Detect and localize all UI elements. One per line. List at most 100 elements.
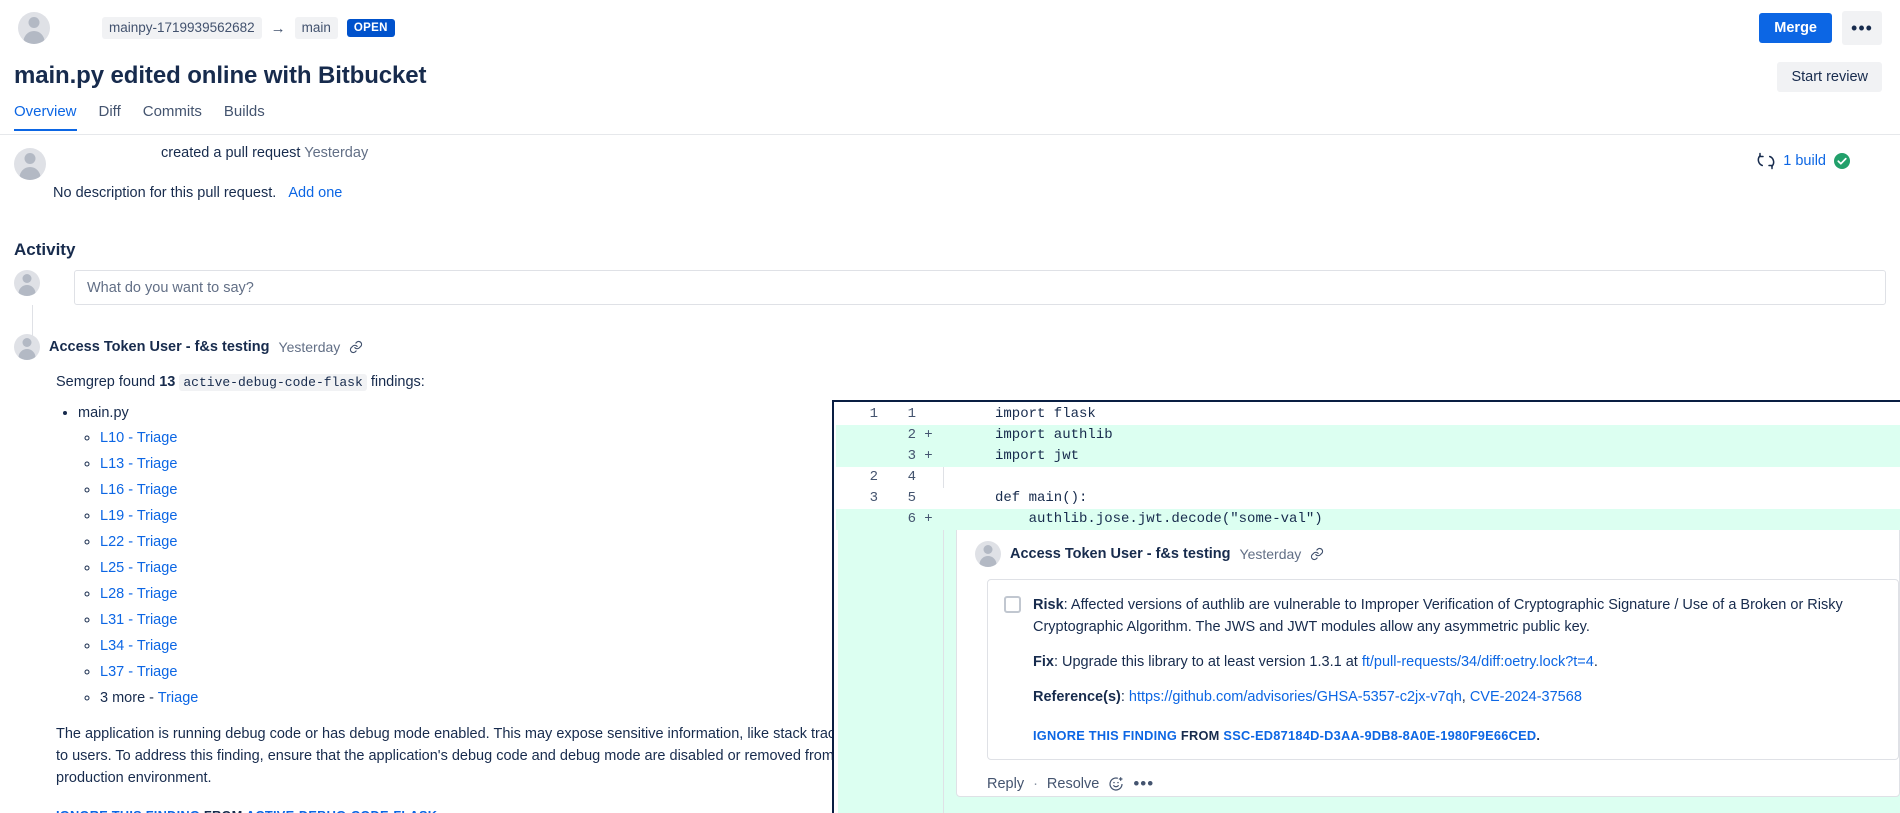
diff-row: 6 + authlib.jose.jwt.decode("some-val") [836,509,1900,530]
diff-gutter: 3 5 [836,488,941,509]
triage-link-l19[interactable]: L19 - Triage [100,508,177,524]
inline-reply-button[interactable]: Reply [987,776,1024,792]
creator-avatar [14,148,46,180]
build-count-link[interactable]: 1 build [1783,153,1826,169]
risk-row: Risk: Affected versions of authlib are v… [1004,594,1882,638]
diff-sign [916,404,941,425]
branch-breadcrumb: mainpy-1719939562682 → main OPEN [102,17,395,39]
reference-comma: , [1462,689,1470,705]
comment-input[interactable] [74,270,1886,305]
finding-file-name: main.py [78,405,129,421]
finding-timestamp: Yesterday [279,339,341,355]
diff-row: 2 + import authlib [836,425,1900,446]
triage-link-l31[interactable]: L31 - Triage [100,612,177,628]
risk-text-block: Risk: Affected versions of authlib are v… [1033,594,1882,638]
fix-period: . [1594,654,1598,670]
tab-diff[interactable]: Diff [99,103,121,131]
risk-label: Risk [1033,597,1064,613]
pull-request-page: mainpy-1719939562682 → main OPEN Merge •… [0,0,1900,813]
inline-diff-comment-card: Access Token User - f&s testing Yesterda… [956,526,1900,797]
triage-link-l22[interactable]: L22 - Triage [100,534,177,550]
inline-resolve-button[interactable]: Resolve [1047,776,1099,792]
list-item: L19 - Triage [100,505,914,527]
finding-checkbox[interactable] [1004,596,1021,613]
inline-action-separator: · [1033,776,1038,792]
permalink-icon[interactable] [349,340,363,354]
diff-gutter: 3 + [836,446,941,467]
triage-link-l37[interactable]: L37 - Triage [100,664,177,680]
source-branch-chip[interactable]: mainpy-1719939562682 [102,17,262,39]
fix-link[interactable]: ft/pull-requests/34/diff:oetry.lock?t=4 [1362,654,1594,670]
tab-bar: Overview Diff Commits Builds [14,103,265,131]
list-item: L37 - Triage [100,661,914,683]
created-text: created a pull request Yesterday [161,145,368,161]
fix-row: Fix: Upgrade this library to at least ve… [1033,651,1882,673]
ignore-finding-link[interactable]: IGNORE THIS FINDING [56,808,200,813]
top-bar: mainpy-1719939562682 → main OPEN Merge •… [0,0,1900,56]
finding-author-name: Access Token User - f&s testing [49,339,270,355]
triage-link-l10[interactable]: L10 - Triage [100,430,177,446]
finding-intro: Semgrep found 13 active-debug-code-flask… [56,371,914,394]
reference-link-ghsa[interactable]: https://github.com/advisories/GHSA-5357-… [1129,689,1462,705]
target-branch-chip[interactable]: main [295,17,338,39]
finding-author-avatar [14,334,40,360]
inline-ignore-target-link[interactable]: SSC-ED87184D-D3AA-9DB8-8A0E-1980F9E66CED [1223,728,1536,743]
refresh-icon [1757,152,1775,170]
list-item: L13 - Triage [100,453,914,475]
triage-link-l16[interactable]: L16 - Triage [100,482,177,498]
new-line-number: 3 [878,446,916,467]
activity-heading: Activity [14,240,75,260]
add-description-link[interactable]: Add one [288,185,342,201]
inline-ignore-finding-link[interactable]: IGNORE THIS FINDING [1033,728,1177,743]
created-action: created a pull request [161,145,300,161]
triage-link-l34[interactable]: L34 - Triage [100,638,177,654]
list-item: L22 - Triage [100,531,914,553]
diff-sign: + [916,446,941,467]
finding-intro-prefix: Semgrep found [56,374,159,390]
triage-link-l28[interactable]: L28 - Triage [100,586,177,602]
success-check-icon [1834,153,1850,169]
triage-link-l25[interactable]: L25 - Triage [100,560,177,576]
current-user-avatar [14,270,40,296]
inline-comment-more-button[interactable]: ••• [1133,779,1154,789]
new-line-number: 4 [878,467,916,488]
inline-comment-author: Access Token User - f&s testing [1010,546,1231,562]
new-comment-row [14,270,1886,305]
old-line-number: 2 [836,467,878,488]
inline-comment-avatar [975,541,1001,567]
tab-overview[interactable]: Overview [14,103,77,131]
old-line-number [836,446,878,467]
list-item-file: main.py L10 - Triage L13 - Triage L16 - … [78,402,914,709]
start-review-button[interactable]: Start review [1777,62,1882,92]
ignore-rule-link[interactable]: ACTIVE-DEBUG-CODE-FLASK [246,808,437,813]
tab-commits[interactable]: Commits [143,103,202,131]
more-findings-text: 3 more - [100,690,158,706]
list-item: L31 - Triage [100,609,914,631]
merge-button[interactable]: Merge [1759,13,1832,43]
description-empty-text: No description for this pull request. [53,185,276,201]
triage-link-l13[interactable]: L13 - Triage [100,456,177,472]
finding-line-list: L10 - Triage L13 - Triage L16 - Triage L… [78,427,914,709]
triage-link-more[interactable]: Triage [158,690,199,706]
diff-gutter-filler [838,520,943,813]
more-actions-button[interactable]: ••• [1842,11,1882,45]
finding-rule-code: active-debug-code-flask [179,374,366,391]
diff-sign [916,467,941,488]
builds-summary[interactable]: 1 build [1757,152,1850,170]
add-reaction-icon[interactable] [1108,776,1124,792]
diff-overlay-panel: 1 1 import flask 2 + import authlib 3 [832,400,1900,813]
finding-header: Access Token User - f&s testing Yesterda… [14,334,914,360]
reference-link-cve[interactable]: CVE-2024-37568 [1470,689,1582,705]
list-item: L16 - Triage [100,479,914,501]
start-review-wrap: Start review [1777,62,1882,92]
semgrep-finding-comment: Access Token User - f&s testing Yesterda… [14,334,914,813]
new-line-number: 5 [878,488,916,509]
inline-comment-time: Yesterday [1240,546,1302,562]
diff-code: import flask [941,404,1900,425]
old-line-number: 1 [836,404,878,425]
finding-file-list: main.py L10 - Triage L13 - Triage L16 - … [56,402,914,709]
diff-gutter: 2 + [836,425,941,446]
finding-intro-suffix: findings: [367,374,425,390]
tab-builds[interactable]: Builds [224,103,265,131]
permalink-icon[interactable] [1310,547,1324,561]
